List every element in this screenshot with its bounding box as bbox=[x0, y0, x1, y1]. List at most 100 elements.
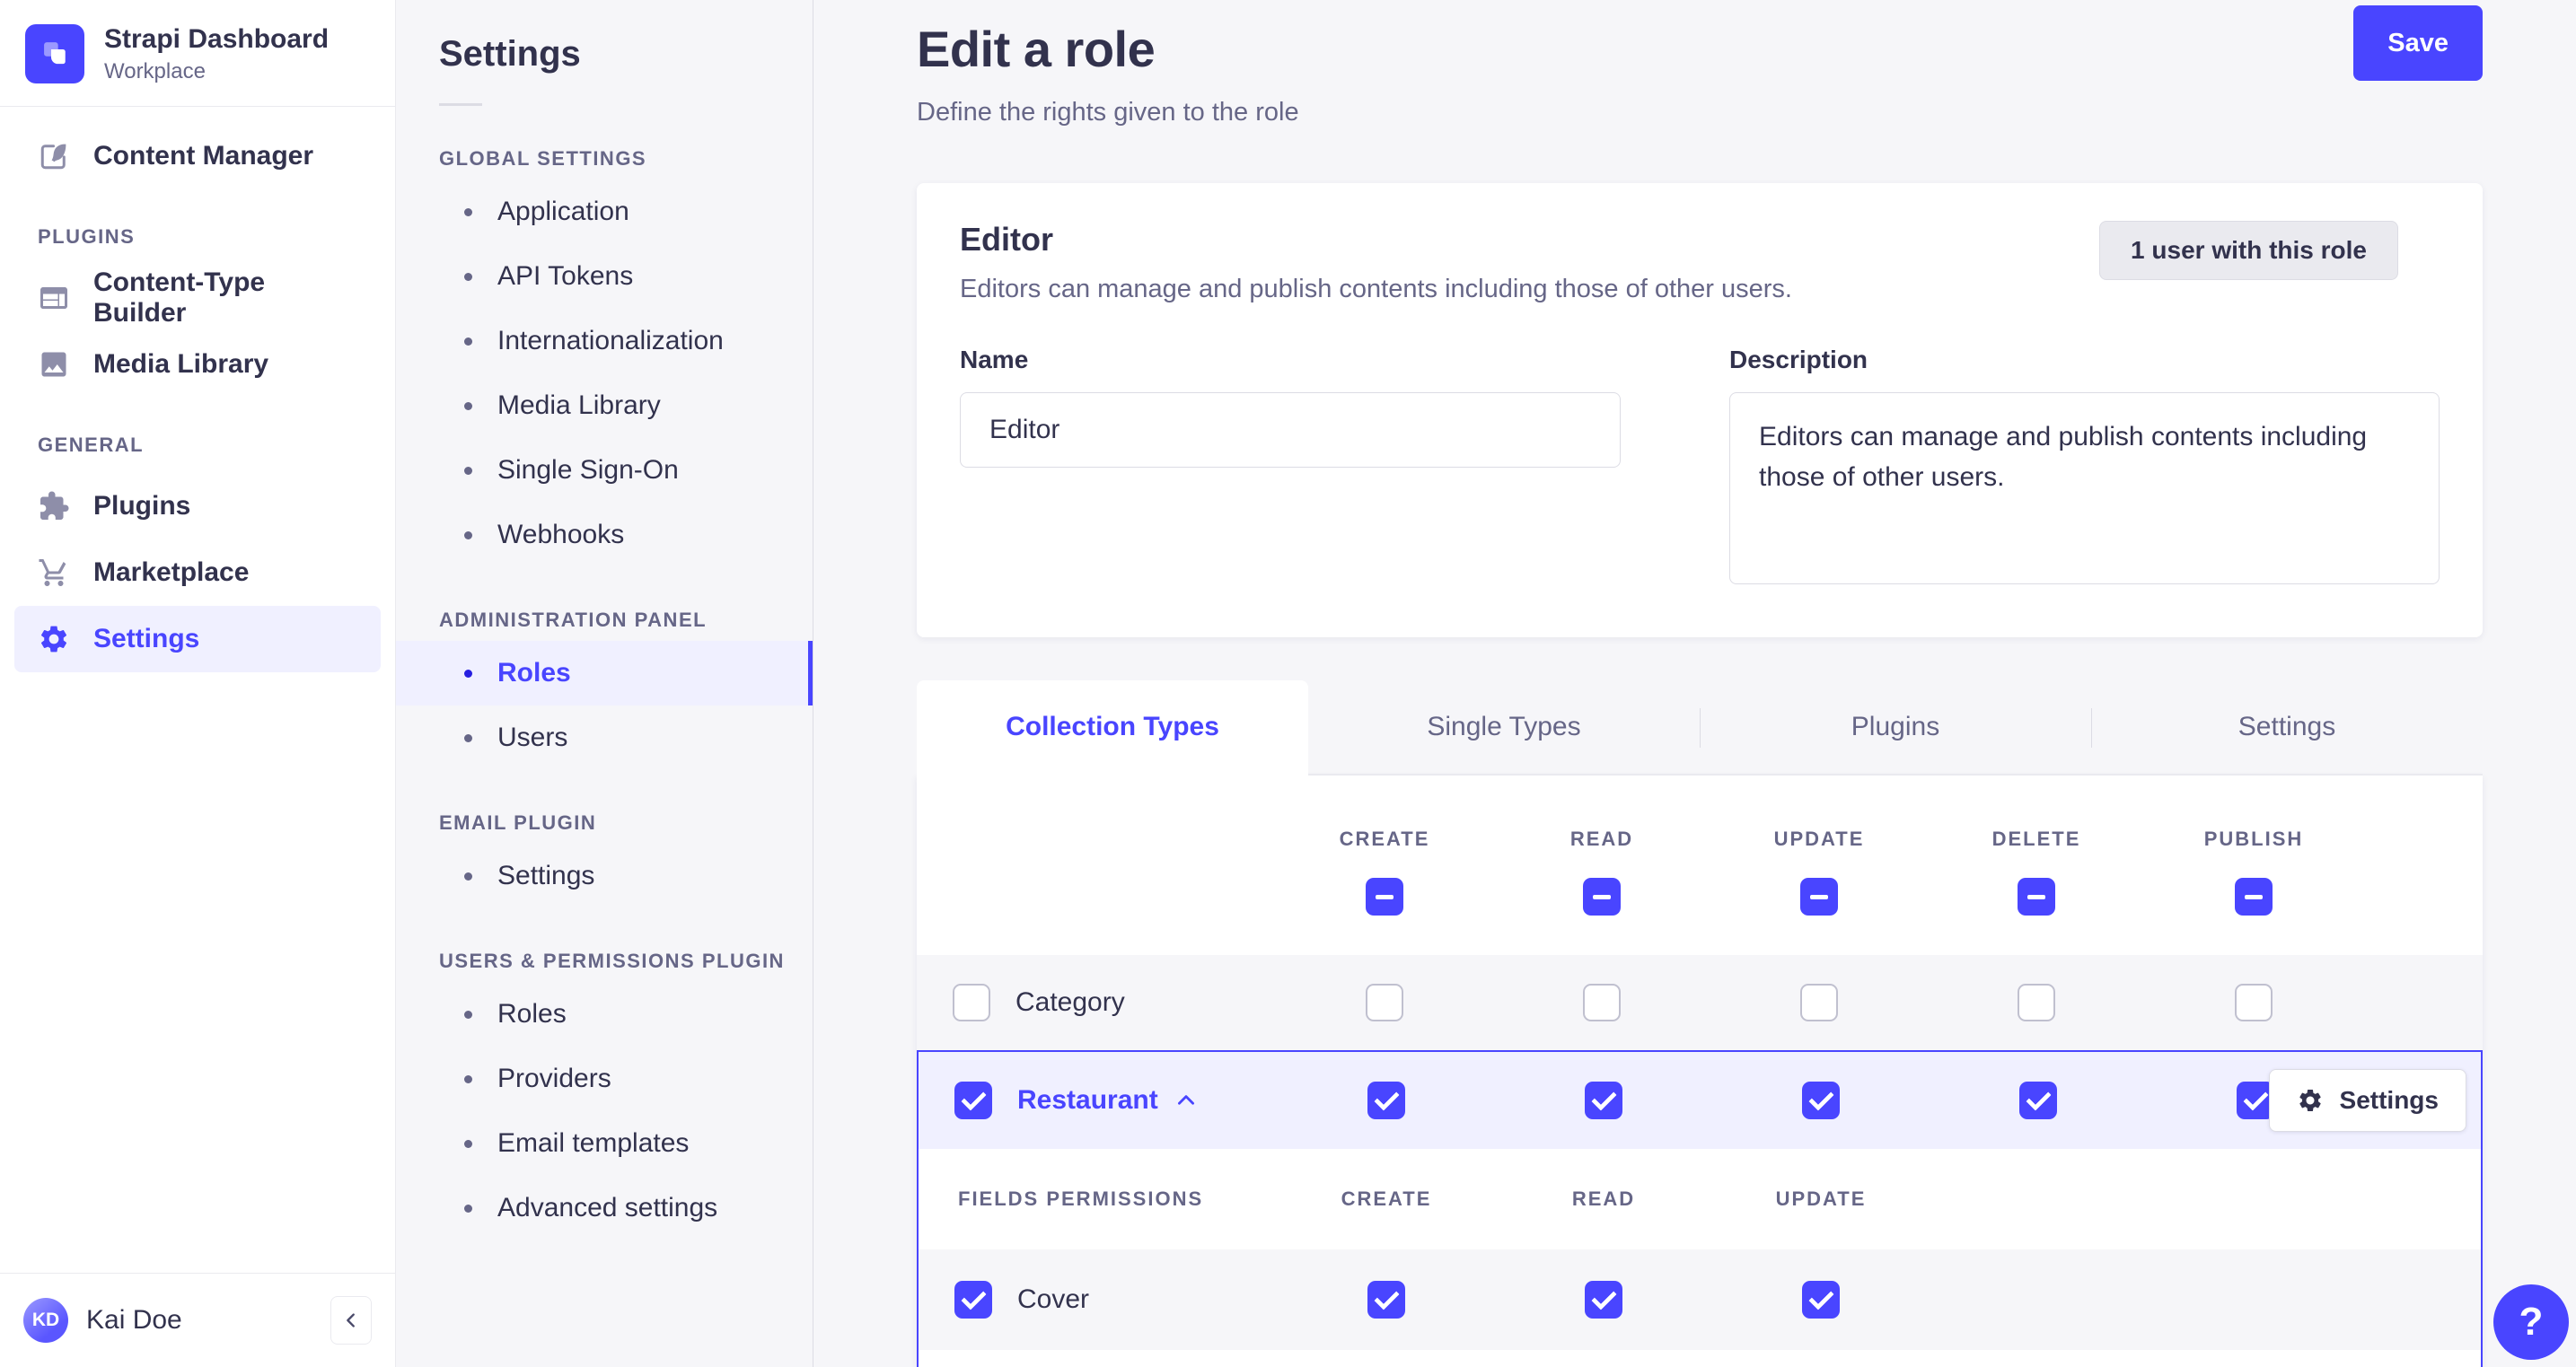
subnav-item-label: API Tokens bbox=[497, 261, 634, 291]
sidebar-item-plugins[interactable]: Plugins bbox=[14, 473, 381, 539]
subnav-item-label: Internationalization bbox=[497, 326, 724, 355]
row-settings-button[interactable]: Settings bbox=[2268, 1069, 2466, 1132]
subnav-section-label: USERS & PERMISSIONS PLUGIN bbox=[439, 950, 785, 972]
subnav-item-webhooks[interactable]: Webhooks bbox=[396, 503, 813, 567]
collection-types-panel: CREATE READ UPDATE DELETE PUBLISH Category bbox=[917, 776, 2483, 1367]
subnav-item-single-sign-on[interactable]: Single Sign-On bbox=[396, 438, 813, 503]
tab-single-types[interactable]: Single Types bbox=[1308, 680, 1700, 776]
subnav-section-label: ADMINISTRATION PANEL bbox=[439, 609, 708, 631]
subnav-item-label: Webhooks bbox=[497, 520, 625, 549]
marketplace-icon bbox=[38, 556, 70, 589]
field-select-checkbox[interactable] bbox=[954, 1281, 992, 1319]
subnav-item-settings[interactable]: Settings bbox=[396, 844, 813, 908]
select-all-checkbox-create[interactable] bbox=[1365, 878, 1403, 916]
column-header-label: PUBLISH bbox=[2203, 828, 2304, 850]
subnav-item-label: Email templates bbox=[497, 1128, 690, 1158]
gear-icon bbox=[2297, 1087, 2324, 1114]
sidebar-section-general: GENERAL bbox=[38, 434, 145, 456]
row-label: Category bbox=[1015, 987, 1125, 1017]
strapi-logo-icon bbox=[25, 24, 84, 83]
select-all-checkbox-publish[interactable] bbox=[2235, 878, 2273, 916]
role-name-input[interactable] bbox=[960, 392, 1621, 468]
permissions-tabs: Collection Types Single Types Plugins Setti… bbox=[917, 680, 2483, 776]
question-mark-icon: ? bbox=[2519, 1300, 2544, 1344]
tab-settings[interactable]: Settings bbox=[2091, 680, 2483, 776]
permission-checkbox-update[interactable] bbox=[1800, 984, 1838, 1021]
restaurant-row-toggle[interactable]: Restaurant bbox=[1017, 1085, 1198, 1116]
sidebar-section-plugins: PLUGINS bbox=[38, 225, 136, 248]
field-permission-checkbox-update[interactable] bbox=[1802, 1281, 1840, 1319]
bullet-icon bbox=[464, 1139, 472, 1148]
save-button[interactable]: Save bbox=[2353, 5, 2483, 81]
field-permission-checkbox-read[interactable] bbox=[1585, 1281, 1622, 1319]
page-subtitle: Define the rights given to the role bbox=[917, 98, 1299, 127]
select-all-checkbox-update[interactable] bbox=[1799, 878, 1838, 916]
permissions-header-row: CREATE READ UPDATE DELETE PUBLISH bbox=[917, 776, 2483, 955]
name-field-label: Name bbox=[960, 346, 1029, 373]
role-description-text: Editors can manage and publish contents … bbox=[960, 275, 1792, 303]
bullet-icon bbox=[464, 401, 472, 410]
permission-checkbox-publish[interactable] bbox=[2235, 984, 2273, 1021]
sidebar-item-content-type-builder[interactable]: Content-Type Builder bbox=[14, 265, 381, 331]
media-library-icon bbox=[38, 348, 70, 381]
permission-checkbox-delete[interactable] bbox=[2019, 1082, 2057, 1119]
expanded-restaurant-block: Restaurant Settings FIELDS PERMISSIONS C… bbox=[917, 1050, 2483, 1367]
permission-checkbox-delete[interactable] bbox=[2018, 984, 2055, 1021]
field-permission-checkbox-create[interactable] bbox=[1367, 1281, 1405, 1319]
subnav-item-providers[interactable]: Providers bbox=[396, 1047, 813, 1111]
fields-row-cover: Cover bbox=[919, 1249, 2481, 1350]
select-all-checkbox-read[interactable] bbox=[1583, 878, 1621, 916]
permission-checkbox-read[interactable] bbox=[1583, 984, 1621, 1021]
collapse-sidebar-button[interactable] bbox=[330, 1296, 372, 1345]
subnav-item-api-tokens[interactable]: API Tokens bbox=[396, 244, 813, 309]
subnav-item-email-templates[interactable]: Email templates bbox=[396, 1111, 813, 1176]
bullet-icon bbox=[464, 530, 472, 539]
subnav-item-roles[interactable]: Roles bbox=[396, 641, 813, 705]
subnav-item-media-library[interactable]: Media Library bbox=[396, 373, 813, 438]
select-all-checkbox-delete[interactable] bbox=[2017, 878, 2055, 916]
subnav-item-internationalization[interactable]: Internationalization bbox=[396, 309, 813, 373]
divider bbox=[439, 103, 482, 106]
content-type-builder-icon bbox=[38, 282, 70, 314]
subnav-item-advanced-settings[interactable]: Advanced settings bbox=[396, 1176, 813, 1240]
users-with-role-button[interactable]: 1 user with this role bbox=[2099, 221, 2398, 280]
tab-plugins[interactable]: Plugins bbox=[1700, 680, 2091, 776]
column-header-label: READ bbox=[1569, 828, 1634, 850]
permission-checkbox-create[interactable] bbox=[1367, 1082, 1405, 1119]
subnav-item-application[interactable]: Application bbox=[396, 180, 813, 244]
row-settings-label: Settings bbox=[2339, 1086, 2439, 1114]
permission-checkbox-update[interactable] bbox=[1802, 1082, 1840, 1119]
plugins-icon bbox=[38, 490, 70, 522]
sidebar-item-settings[interactable]: Settings bbox=[14, 606, 381, 672]
row-label: Restaurant bbox=[1017, 1085, 1158, 1115]
help-button[interactable]: ? bbox=[2493, 1284, 2569, 1360]
row-select-checkbox[interactable] bbox=[954, 1082, 992, 1119]
fields-column-header-read: READ bbox=[1571, 1187, 1636, 1210]
subnav-item-roles[interactable]: Roles bbox=[396, 982, 813, 1047]
user-avatar[interactable]: KD bbox=[23, 1298, 68, 1343]
sidebar-item-label: Settings bbox=[93, 624, 200, 653]
fields-column-header-create: CREATE bbox=[1341, 1187, 1432, 1210]
role-description-input[interactable]: Editors can manage and publish contents … bbox=[1729, 392, 2440, 584]
fields-row-first-cell: Cover bbox=[919, 1281, 1278, 1319]
subnav-section-label: EMAIL PLUGIN bbox=[439, 811, 597, 834]
subnav-item-users[interactable]: Users bbox=[396, 705, 813, 770]
sidebar-item-label: Marketplace bbox=[93, 557, 250, 587]
sidebar-item-media-library[interactable]: Media Library bbox=[14, 331, 381, 398]
workspace-switcher[interactable]: Strapi Dashboard Workplace bbox=[0, 0, 395, 106]
bullet-icon bbox=[464, 207, 472, 216]
bullet-icon bbox=[464, 733, 472, 742]
bullet-icon bbox=[464, 669, 472, 678]
permission-checkbox-create[interactable] bbox=[1366, 984, 1403, 1021]
sidebar-item-label: Plugins bbox=[93, 491, 191, 521]
sidebar-item-marketplace[interactable]: Marketplace bbox=[14, 539, 381, 606]
page-title: Edit a role bbox=[917, 21, 1156, 77]
permission-checkbox-read[interactable] bbox=[1585, 1082, 1622, 1119]
sidebar-item-content-manager[interactable]: Content Manager bbox=[14, 123, 381, 189]
tab-collection-types[interactable]: Collection Types bbox=[917, 680, 1308, 776]
bullet-icon bbox=[464, 1204, 472, 1213]
column-header-label: UPDATE bbox=[1773, 828, 1865, 850]
column-header-publish: PUBLISH bbox=[2204, 828, 2304, 916]
bullet-icon bbox=[464, 872, 472, 881]
row-select-checkbox[interactable] bbox=[953, 984, 990, 1021]
